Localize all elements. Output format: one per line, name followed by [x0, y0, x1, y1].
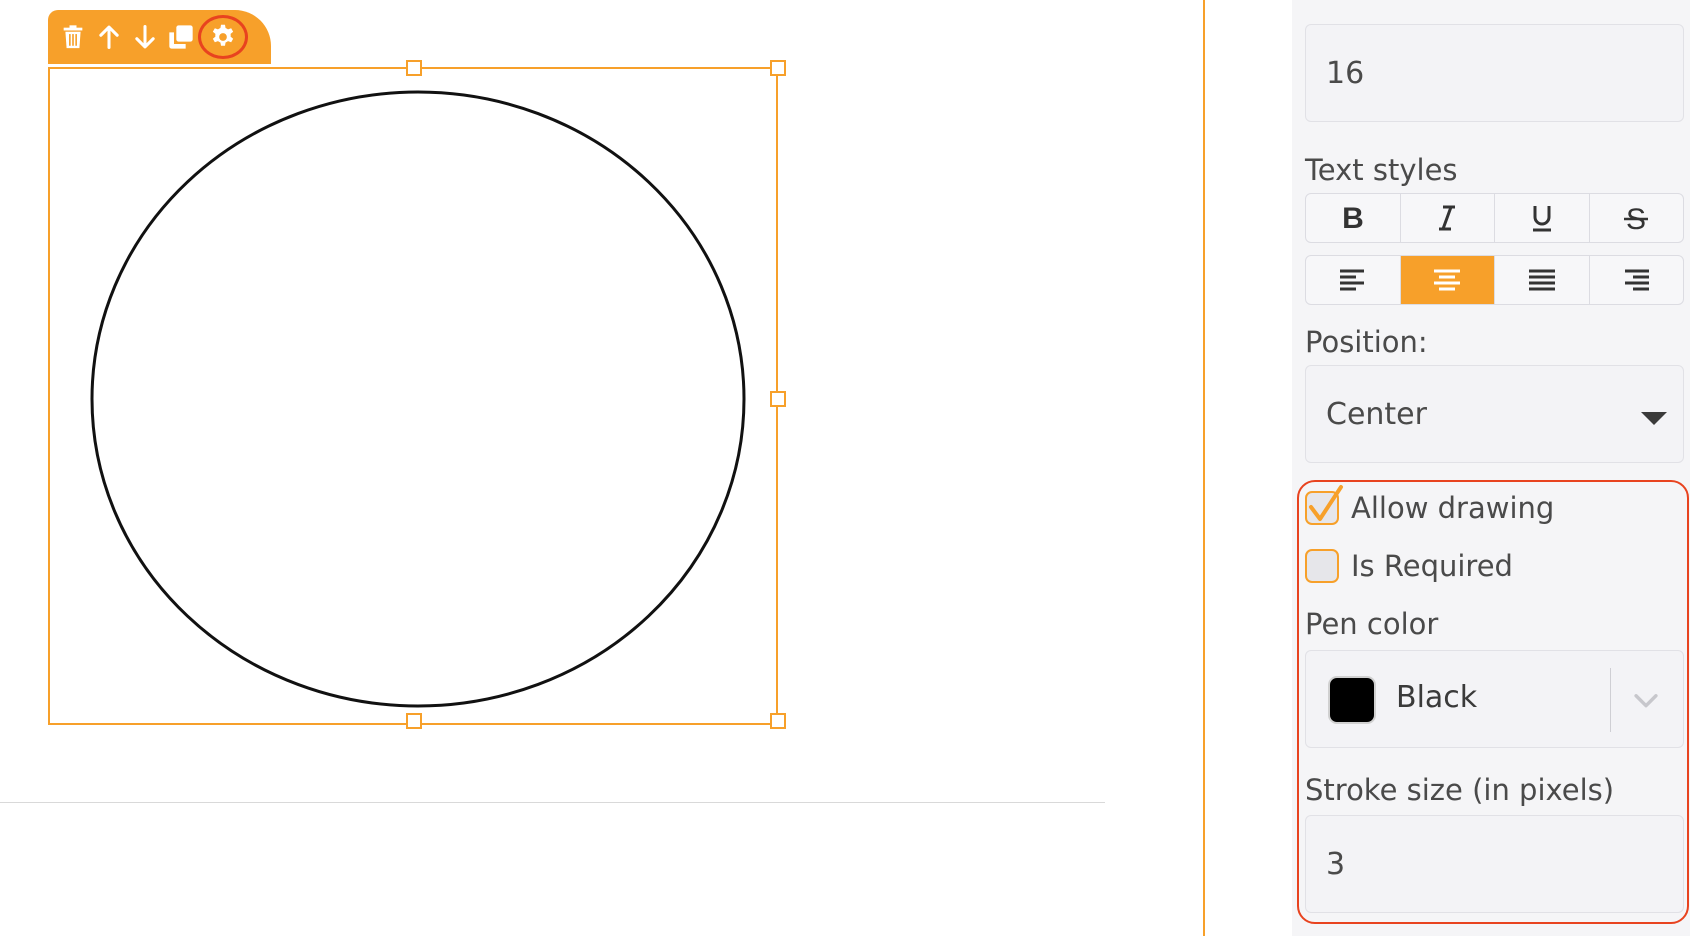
- editor-border: [1203, 0, 1205, 936]
- strikethrough-icon: S: [1624, 203, 1649, 234]
- strikethrough-button[interactable]: S: [1590, 194, 1684, 242]
- font-size-input[interactable]: 16: [1305, 24, 1684, 122]
- position-label: Position:: [1305, 325, 1428, 359]
- duplicate-button[interactable]: [166, 19, 196, 55]
- text-styles-label: Text styles: [1305, 153, 1458, 187]
- underline-icon: [1532, 206, 1551, 232]
- settings-button[interactable]: [198, 15, 248, 59]
- italic-icon: [1439, 205, 1456, 231]
- align-justify-button[interactable]: [1495, 256, 1590, 304]
- arrow-down-icon: [135, 24, 155, 49]
- move-down-button[interactable]: [130, 19, 160, 55]
- bold-icon: B: [1342, 202, 1364, 234]
- underline-button[interactable]: [1495, 194, 1590, 242]
- align-left-button[interactable]: [1306, 256, 1401, 304]
- drawing-settings-highlight: [1297, 480, 1689, 924]
- canvas-area: [0, 0, 1205, 936]
- italic-button[interactable]: [1401, 194, 1495, 242]
- position-value: Center: [1326, 396, 1427, 432]
- resize-handle-bottom[interactable]: [406, 713, 422, 729]
- page-divider: [0, 802, 1105, 803]
- delete-button[interactable]: [58, 19, 88, 55]
- align-center-button[interactable]: [1400, 256, 1495, 304]
- position-select[interactable]: Center: [1305, 365, 1684, 463]
- element-toolbar: [48, 10, 271, 64]
- resize-handle-top[interactable]: [406, 60, 422, 76]
- drawing-canvas[interactable]: [50, 69, 776, 723]
- gear-icon: [212, 24, 234, 46]
- align-right-button[interactable]: [1590, 256, 1684, 304]
- drawn-circle: [90, 90, 746, 708]
- align-left-icon: [1339, 269, 1364, 291]
- align-justify-icon: [1528, 269, 1555, 291]
- move-up-button[interactable]: [94, 19, 124, 55]
- trash-icon: [63, 25, 83, 49]
- resize-handle-bottom-right[interactable]: [770, 713, 786, 729]
- font-size-value: 16: [1326, 55, 1365, 91]
- align-buttons-row: [1305, 255, 1684, 305]
- align-right-icon: [1625, 269, 1650, 291]
- arrow-up-icon: [99, 25, 119, 50]
- duplicate-icon: [169, 25, 193, 49]
- caret-down-icon: [1641, 412, 1667, 425]
- align-center-icon: [1434, 269, 1461, 291]
- resize-handle-right[interactable]: [770, 391, 786, 407]
- resize-handle-top-right[interactable]: [770, 60, 786, 76]
- format-buttons-row: B S: [1305, 193, 1684, 243]
- bold-button[interactable]: B: [1306, 194, 1401, 242]
- selected-drawing-element[interactable]: [48, 60, 786, 729]
- svg-text:B: B: [1342, 202, 1364, 234]
